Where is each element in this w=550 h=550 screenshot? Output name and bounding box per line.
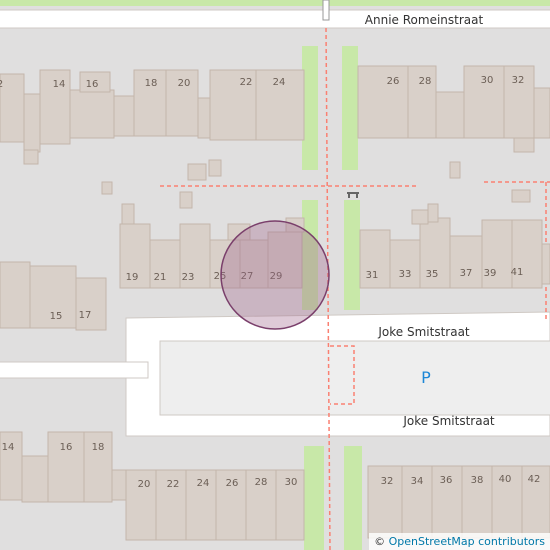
street-label-joke-smitstraat-south: Joke Smitstraat <box>402 414 495 428</box>
bench-icon <box>347 192 359 198</box>
house-number: 32 <box>381 476 394 487</box>
house-number: 19 <box>126 272 139 283</box>
house-number: 24 <box>273 77 286 88</box>
house-number: 16 <box>86 79 99 90</box>
street-label-joke-smitstraat-north: Joke Smitstraat <box>377 325 470 339</box>
house-number: 38 <box>471 475 484 486</box>
top-green-strip <box>0 0 550 6</box>
green-strip-north-2 <box>342 46 358 170</box>
house-number: 28 <box>255 477 268 488</box>
house-number: 35 <box>426 269 439 280</box>
parking-icon: P <box>421 368 431 387</box>
green-strip-south-2 <box>344 446 362 550</box>
house-number: 34 <box>411 476 424 487</box>
map-attribution: © OpenStreetMap contributors <box>369 533 550 550</box>
street-label-annie-romeinstraat: Annie Romeinstraat <box>365 13 484 27</box>
attribution-link[interactable]: OpenStreetMap contributors <box>389 535 545 548</box>
parking-area <box>159 340 550 416</box>
house-number: 17 <box>79 310 92 321</box>
house-number: 33 <box>399 269 412 280</box>
house-number: 24 <box>197 478 210 489</box>
house-number: 31 <box>366 270 379 281</box>
copyright-symbol: © <box>374 535 386 548</box>
house-number: 22 <box>240 77 253 88</box>
house-number: 15 <box>50 311 63 322</box>
road-joke-smitstraat-west <box>0 361 149 379</box>
house-number: 14 <box>2 442 15 453</box>
house-number: 26 <box>226 478 239 489</box>
map-pin-post <box>322 0 330 21</box>
green-strip-south-1 <box>304 446 324 550</box>
house-number: 39 <box>484 268 497 279</box>
house-number: 32 <box>512 75 525 86</box>
house-number: 28 <box>419 76 432 87</box>
house-number: 16 <box>60 442 73 453</box>
house-number: 18 <box>145 78 158 89</box>
house-number: 40 <box>499 474 512 485</box>
house-number: 36 <box>440 475 453 486</box>
house-number: 30 <box>285 477 298 488</box>
house-number: 23 <box>182 272 195 283</box>
highlight-circle[interactable] <box>220 220 330 330</box>
house-number: 37 <box>460 268 473 279</box>
house-number: 41 <box>511 267 524 278</box>
house-number: 21 <box>154 272 167 283</box>
house-number: 22 <box>167 479 180 490</box>
house-number: 20 <box>178 78 191 89</box>
map-canvas[interactable]: Annie Romeinstraat Joke Smitstraat Joke … <box>0 0 550 550</box>
house-number: 26 <box>387 76 400 87</box>
house-number: 42 <box>528 474 541 485</box>
green-strip-mid-2 <box>344 200 360 310</box>
buildings-south-row <box>0 431 550 541</box>
house-number: 18 <box>92 442 105 453</box>
house-number: 30 <box>481 75 494 86</box>
house-number: 20 <box>138 479 151 490</box>
house-number: 2 <box>0 79 3 90</box>
house-number: 14 <box>53 79 66 90</box>
